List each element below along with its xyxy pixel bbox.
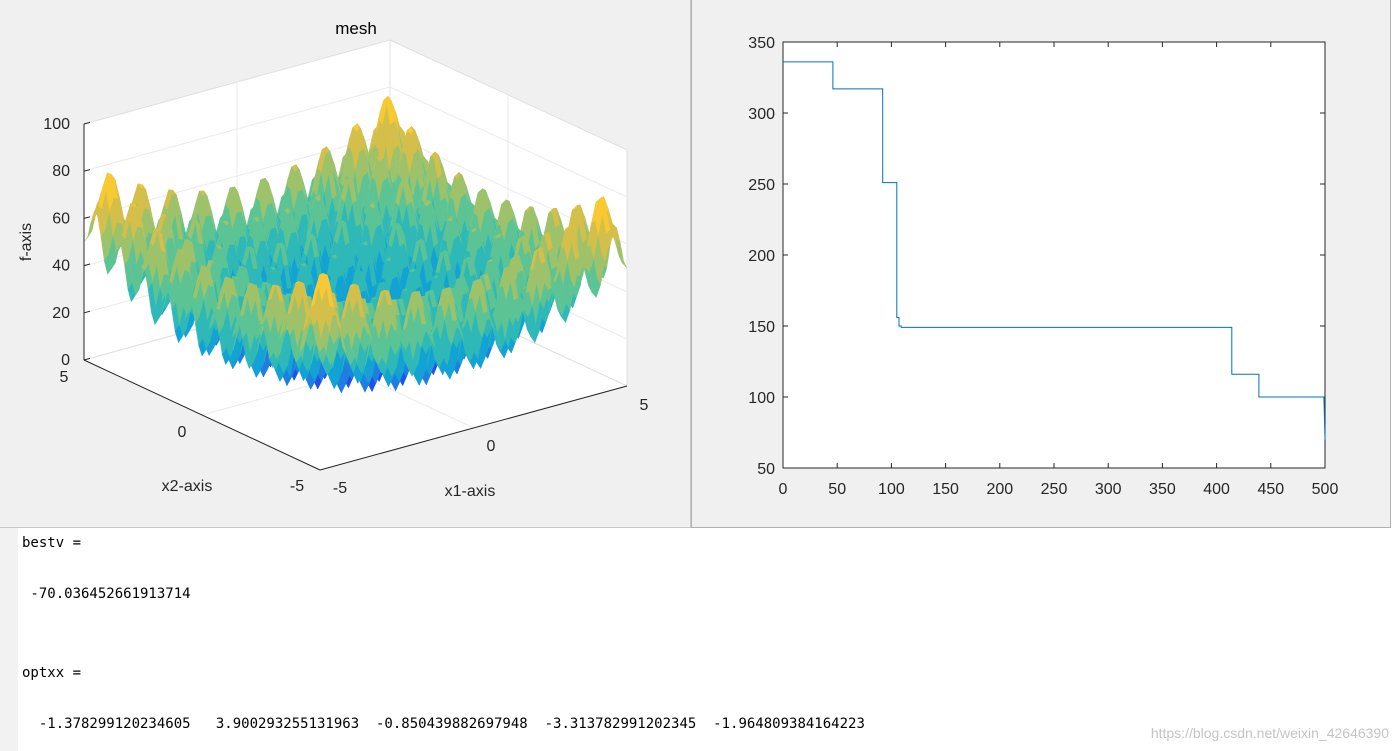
- x-tick-label: 400: [1203, 481, 1230, 498]
- z-tick-label: 20: [52, 305, 70, 322]
- x-tick-label: 450: [1257, 481, 1284, 498]
- x-tick-label: 350: [1149, 481, 1176, 498]
- z-tick-label: 60: [52, 210, 70, 227]
- mesh-title: mesh: [335, 19, 377, 38]
- command-window[interactable]: bestv = -70.036452661913714 optxx = -1.37…: [0, 528, 1399, 751]
- plot-area: [782, 41, 1326, 469]
- console-gutter: [0, 528, 18, 751]
- x-tick-label: 50: [828, 481, 846, 498]
- x1-tick-neg5: -5: [333, 480, 347, 497]
- z-tick-label: 100: [43, 116, 70, 133]
- y-tick-label: 250: [748, 177, 775, 194]
- x2-tick-neg5: -5: [290, 478, 304, 495]
- watermark: https://blog.csdn.net/weixin_42646390: [1150, 725, 1389, 741]
- mesh-3d-axes[interactable]: 0 20 40 60 80 100 mesh f-axis x2-axis x1-axis…: [0, 0, 691, 528]
- x1-tick-5: 5: [640, 397, 649, 414]
- x-tick-label: 300: [1095, 481, 1122, 498]
- figure-convergence-window: 0 50 100 150 200 250 300 350 400 450 500 50 100 150 2…: [691, 0, 1391, 528]
- console-line: -70.036452661913714: [22, 586, 191, 602]
- y-tick-label: 100: [748, 390, 775, 407]
- figure-mesh-window: 0 20 40 60 80 100 mesh f-axis x2-axis x1-axis…: [0, 0, 691, 528]
- z-tick-label: 80: [52, 163, 70, 180]
- x-tick-label: 150: [932, 481, 959, 498]
- convergence-plot[interactable]: 0 50 100 150 200 250 300 350 400 450 500 501001502…: [692, 0, 1390, 528]
- z-ticks: 0 20 40 60 80 100: [43, 116, 91, 369]
- y-tick-label: 300: [748, 106, 775, 123]
- console-line: -1.378299120234605 3.900293255131963 -0.…: [22, 716, 865, 732]
- console-line: optxx =: [22, 665, 82, 681]
- x2-tick-5: 5: [60, 369, 69, 386]
- x-tick-label: 0: [779, 481, 788, 498]
- x-tick-label: 500: [1312, 481, 1339, 498]
- console-line: bestv =: [22, 535, 82, 551]
- y-tick-label: 150: [748, 319, 775, 336]
- x-tick-label: 200: [986, 481, 1013, 498]
- x2-axis-label: x2-axis: [162, 478, 213, 495]
- z-tick-label: 40: [52, 258, 70, 275]
- y-tick-label: 200: [748, 248, 775, 265]
- y-tick-label: 350: [748, 35, 775, 52]
- f-axis-label: f-axis: [18, 223, 35, 261]
- x2-tick-0: 0: [178, 424, 187, 441]
- y-tick-label: 50: [757, 461, 775, 478]
- x1-tick-0: 0: [487, 438, 496, 455]
- x-tick-label: 250: [1041, 481, 1068, 498]
- z-tick-label: 0: [61, 352, 70, 369]
- x-tick-label: 100: [878, 481, 905, 498]
- x1-axis-label: x1-axis: [445, 483, 496, 500]
